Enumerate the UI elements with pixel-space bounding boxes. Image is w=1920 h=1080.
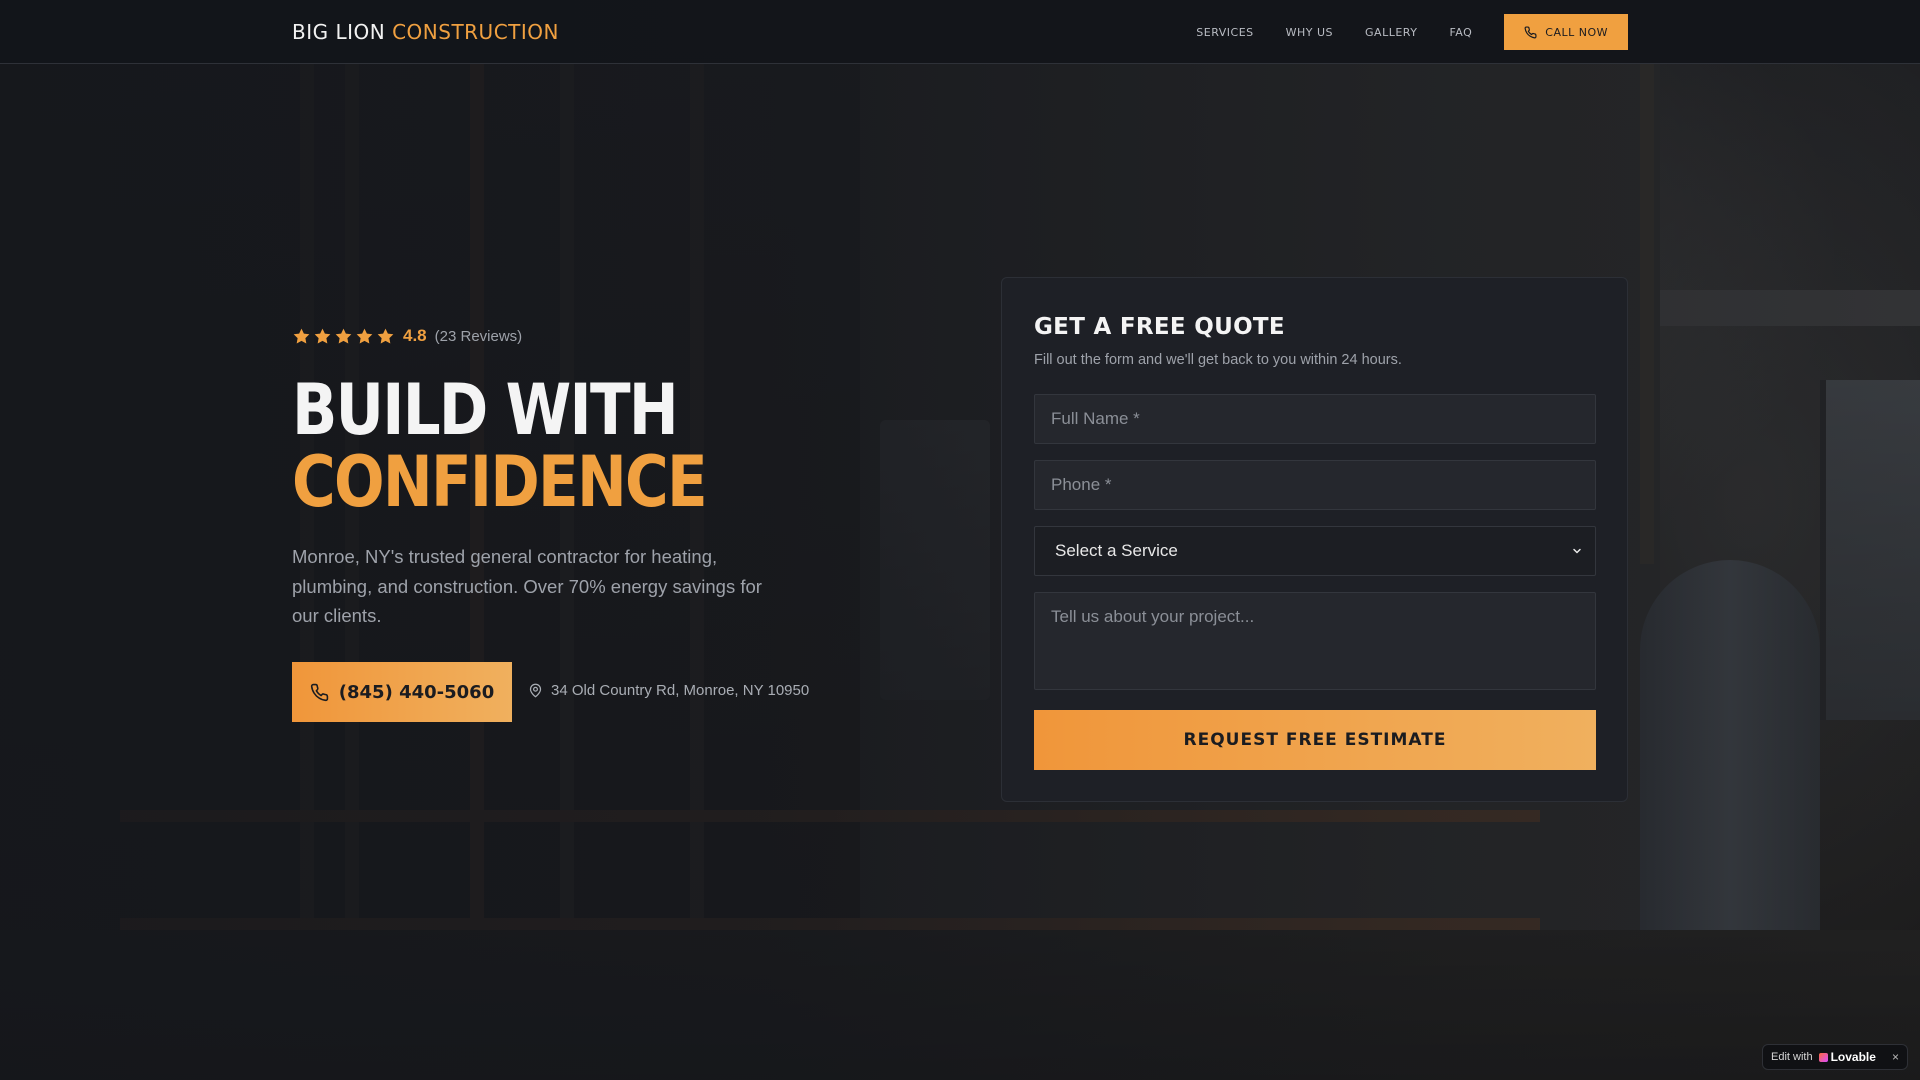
full-name-input[interactable] [1034,394,1596,444]
star-icon [293,328,310,344]
nav-link-faq[interactable]: FAQ [1449,26,1472,39]
brand-logo[interactable]: BIG LION CONSTRUCTION [292,20,559,44]
quote-form-subtitle: Fill out the form and we'll get back to … [1034,352,1402,368]
request-estimate-button[interactable]: REQUEST FREE ESTIMATE [1034,710,1596,770]
service-select-value: Select a Service [1055,541,1178,560]
nav-link-services[interactable]: SERVICES [1196,26,1253,39]
hero-title-line2: CONFIDENCE [292,441,708,523]
phone-call-button[interactable]: (845) 440-5060 [292,662,512,722]
star-icon [314,328,331,344]
star-rating [292,327,395,346]
hero-title-line1: BUILD WITH [292,369,679,451]
hero-title: BUILD WITH CONFIDENCE [292,369,708,523]
project-details-textarea[interactable] [1034,592,1596,690]
phone-input[interactable] [1034,460,1596,510]
map-pin-icon [529,683,542,698]
address-text: 34 Old Country Rd, Monroe, NY 10950 [551,682,810,699]
brand-name-part2: CONSTRUCTION [392,20,559,44]
phone-icon [1524,25,1537,38]
star-icon [356,328,373,344]
star-icon [377,328,394,344]
hero-overlay [0,0,1920,1080]
badge-prefix: Edit with [1771,1051,1813,1063]
call-now-label: CALL NOW [1545,25,1608,39]
hero-description: Monroe, NY's trusted general contractor … [292,546,762,626]
lovable-brand: Lovable [1818,1050,1876,1064]
nav-link-gallery[interactable]: GALLERY [1365,26,1417,39]
edit-with-lovable-badge[interactable]: Edit with Lovable × [1762,1044,1908,1070]
phone-number: (845) 440-5060 [338,681,495,703]
site-header: BIG LION CONSTRUCTION SERVICES WHY US GA… [0,0,1920,64]
chevron-down-icon [1573,548,1581,554]
phone-icon [310,683,328,701]
main-nav: SERVICES WHY US GALLERY FAQ CALL NOW [1196,14,1628,50]
service-select[interactable]: Select a Service [1034,526,1596,576]
brand-name-part1: BIG LION [292,20,386,44]
star-icon [335,328,352,344]
rating-value: 4.8 [403,326,427,345]
call-now-button[interactable]: CALL NOW [1504,14,1628,50]
close-icon[interactable]: × [1892,1050,1899,1064]
rating-summary: 4.8 (23 Reviews) [292,326,522,346]
nav-link-why-us[interactable]: WHY US [1286,26,1333,39]
lovable-logo-icon [1818,1052,1828,1062]
quote-form-title: GET A FREE QUOTE [1034,314,1285,340]
quote-form-card: GET A FREE QUOTE Fill out the form and w… [1001,277,1628,802]
business-address: 34 Old Country Rd, Monroe, NY 10950 [528,682,809,699]
review-count: (23 Reviews) [434,327,523,345]
lovable-brand-label: Lovable [1830,1050,1876,1064]
